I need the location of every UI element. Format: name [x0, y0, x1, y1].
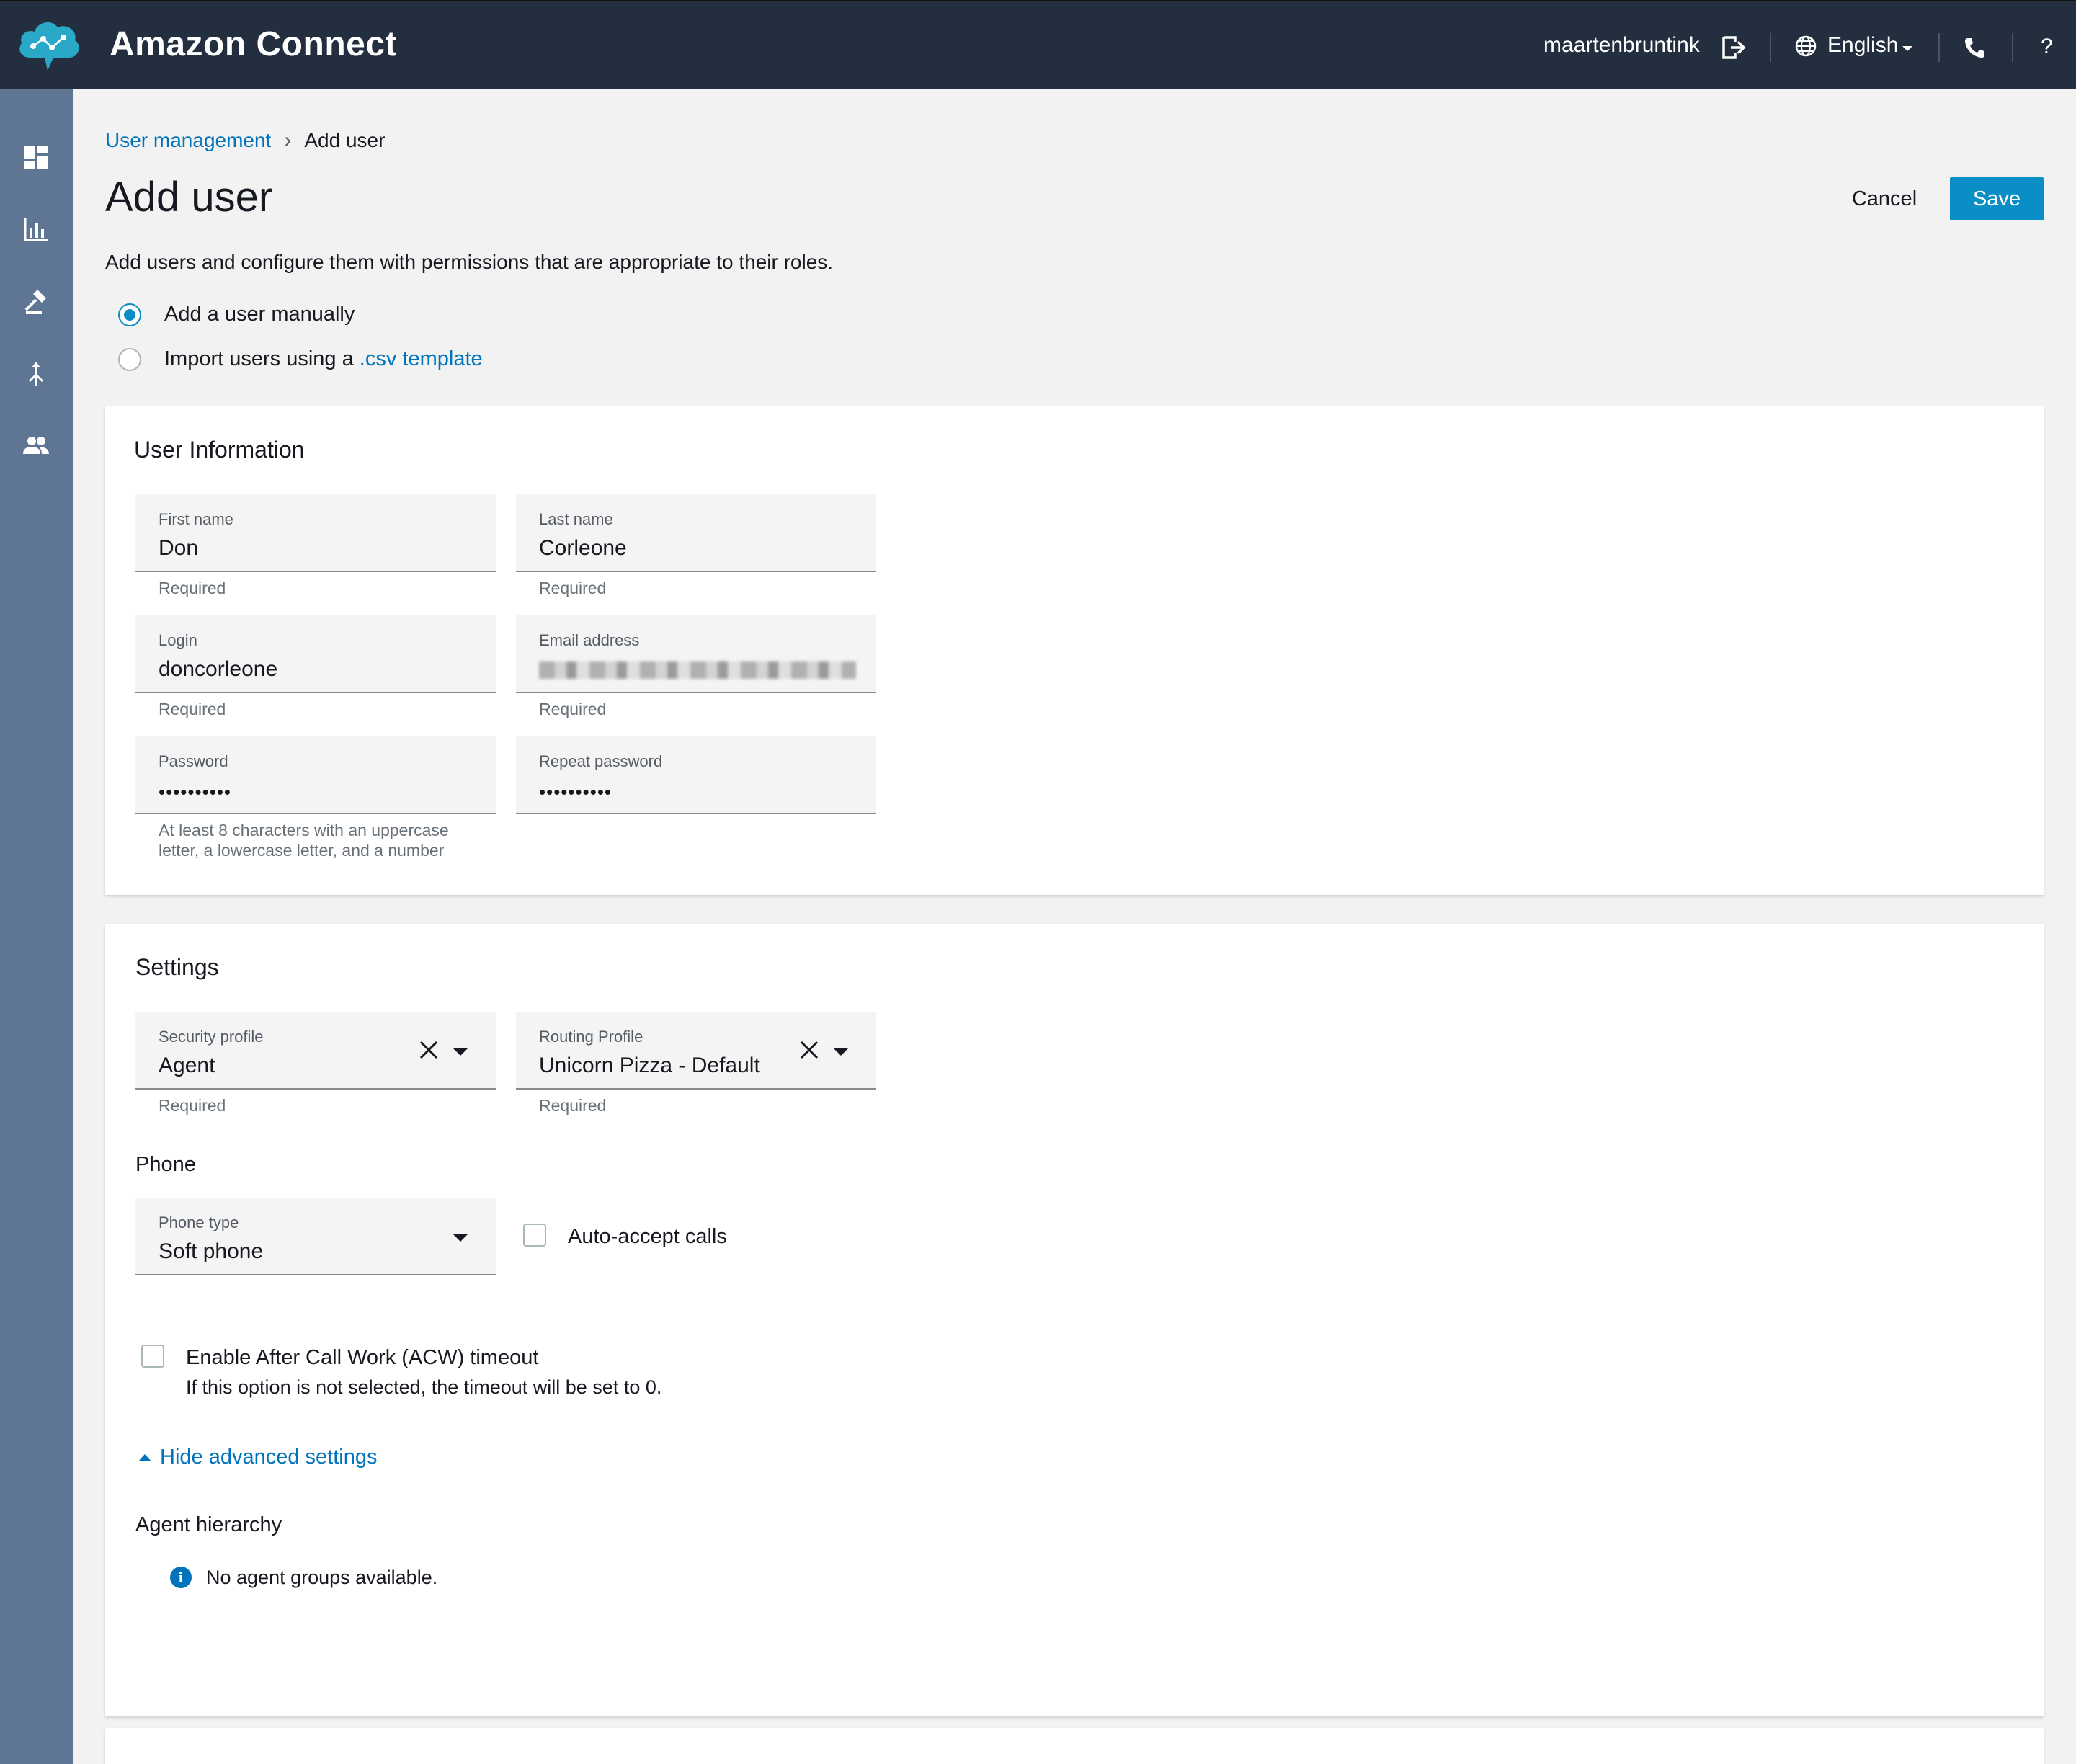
app-title[interactable]: Amazon Connect — [110, 24, 397, 64]
chevron-down-icon[interactable] — [453, 1234, 468, 1242]
close-icon[interactable] — [418, 1039, 440, 1061]
field-value[interactable]: Agent — [159, 1054, 215, 1078]
field-helper: At least 8 characters with an uppercase … — [159, 820, 449, 860]
field-label: Login — [159, 631, 197, 649]
email-field[interactable]: Email address — [516, 615, 876, 693]
help-icon[interactable]: ? — [2041, 35, 2053, 59]
info-icon: i — [170, 1567, 192, 1588]
amazon-connect-logo-icon[interactable] — [16, 16, 82, 76]
repeat-password-field[interactable]: Repeat password •••••••••• — [516, 736, 876, 814]
card-title: User Information — [134, 437, 305, 463]
phone-type-select[interactable]: Phone type Soft phone — [135, 1198, 496, 1275]
routing-profile-select[interactable]: Routing Profile Unicorn Pizza - Default — [516, 1012, 876, 1090]
dashboard-icon[interactable] — [22, 143, 50, 172]
last-name-field[interactable]: Last name Corleone — [516, 494, 876, 572]
field-label: Last name — [539, 510, 613, 528]
channels-icon[interactable] — [22, 359, 50, 388]
phone-heading: Phone — [135, 1153, 196, 1176]
field-label: Password — [159, 752, 228, 770]
page-title: Add user — [105, 174, 273, 220]
header-divider — [1770, 33, 1771, 62]
header-divider — [1938, 33, 1940, 62]
settings-card: Settings Security profile Agent Required… — [105, 924, 2044, 1716]
cancel-button[interactable]: Cancel — [1830, 177, 1938, 220]
radio-button-selected[interactable] — [118, 303, 141, 326]
field-helper: Required — [539, 579, 607, 597]
field-value[interactable]: •••••••••• — [539, 781, 612, 803]
next-card-edge — [105, 1728, 2044, 1764]
agent-hierarchy-note: No agent groups available. — [206, 1567, 438, 1588]
close-icon[interactable] — [798, 1039, 820, 1061]
header-divider — [2012, 33, 2013, 62]
field-helper: Required — [159, 579, 226, 597]
sidebar — [0, 89, 73, 1764]
acw-timeout-label[interactable]: Enable After Call Work (ACW) timeout — [186, 1346, 538, 1370]
users-icon[interactable] — [22, 431, 50, 460]
top-navigation-bar: Amazon Connect maartenbruntink English ? — [0, 0, 2076, 89]
radio-add-manually[interactable]: Add a user manually — [118, 303, 355, 326]
chevron-down-icon[interactable] — [453, 1048, 468, 1056]
breadcrumb-current: Add user — [304, 129, 386, 151]
phone-icon[interactable] — [1963, 36, 1986, 59]
radio-label: Import users using a — [164, 347, 360, 370]
acw-timeout-note: If this option is not selected, the time… — [186, 1376, 662, 1398]
chevron-down-icon[interactable] — [1902, 46, 1912, 51]
password-field[interactable]: Password •••••••••• — [135, 736, 496, 814]
field-value[interactable]: Unicorn Pizza - Default — [539, 1054, 760, 1078]
page-description: Add users and configure them with permis… — [105, 251, 834, 273]
acw-timeout-checkbox[interactable] — [141, 1345, 164, 1368]
field-value[interactable]: Don — [159, 536, 198, 561]
chevron-down-icon[interactable] — [833, 1048, 849, 1056]
field-value[interactable]: doncorleone — [159, 657, 277, 682]
breadcrumb-user-management-link[interactable]: User management — [105, 129, 271, 152]
card-title: Settings — [135, 954, 219, 980]
field-value[interactable]: Soft phone — [159, 1239, 263, 1264]
field-helper: Required — [159, 700, 226, 718]
redacted-email-value[interactable] — [539, 662, 856, 679]
radio-import-csv[interactable]: Import users using a .csv template — [118, 347, 483, 371]
password-helper-line: letter, a lowercase letter, and a number — [159, 841, 445, 860]
security-profile-select[interactable]: Security profile Agent — [135, 1012, 496, 1090]
globe-icon[interactable] — [1794, 35, 1817, 58]
field-label: Routing Profile — [539, 1028, 643, 1046]
auto-accept-checkbox[interactable] — [523, 1224, 546, 1247]
breadcrumb: User management › Add user — [105, 128, 385, 153]
field-label: Email address — [539, 631, 640, 649]
field-value[interactable]: •••••••••• — [159, 781, 231, 803]
routing-icon[interactable] — [22, 287, 50, 316]
first-name-field[interactable]: First name Don — [135, 494, 496, 572]
login-field[interactable]: Login doncorleone — [135, 615, 496, 693]
user-information-card: User Information First name Don Required… — [105, 406, 2044, 895]
field-value[interactable]: Corleone — [539, 536, 627, 561]
auto-accept-label[interactable]: Auto-accept calls — [568, 1225, 727, 1249]
save-button[interactable]: Save — [1950, 177, 2044, 220]
chevron-right-icon: › — [284, 128, 292, 152]
password-helper-line: At least 8 characters with an uppercase — [159, 821, 449, 839]
field-helper: Required — [539, 1096, 607, 1115]
field-helper: Required — [539, 700, 607, 718]
agent-hierarchy-heading: Agent hierarchy — [135, 1513, 282, 1536]
language-selector[interactable]: English — [1827, 33, 1898, 58]
field-label: Security profile — [159, 1028, 264, 1046]
metrics-icon[interactable] — [22, 215, 50, 244]
field-label: Repeat password — [539, 752, 663, 770]
chevron-up-icon[interactable] — [138, 1454, 151, 1461]
radio-label: Add a user manually — [164, 303, 355, 326]
radio-button[interactable] — [118, 347, 141, 371]
csv-template-link[interactable]: .csv template — [360, 347, 483, 371]
logout-icon[interactable] — [1721, 35, 1748, 61]
field-label: Phone type — [159, 1213, 239, 1231]
field-helper: Required — [159, 1096, 226, 1115]
username-label: maartenbruntink — [1543, 33, 1700, 57]
hide-advanced-settings-link[interactable]: Hide advanced settings — [160, 1446, 377, 1469]
field-label: First name — [159, 510, 233, 528]
